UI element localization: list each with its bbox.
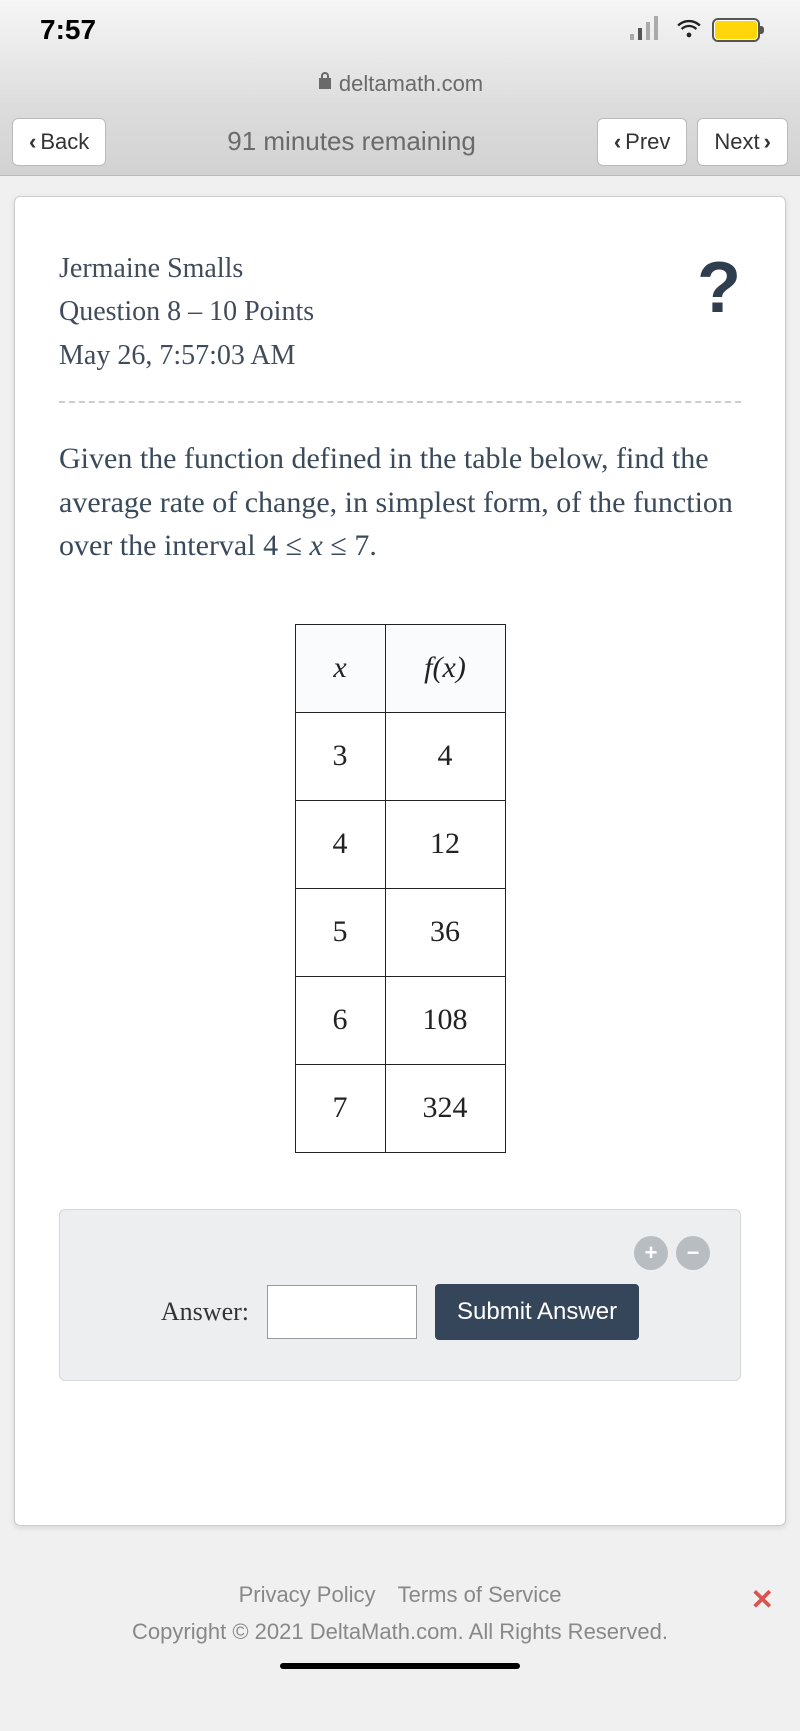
home-indicator[interactable]: [280, 1663, 520, 1669]
table-row: 6108: [295, 976, 505, 1064]
answer-panel: + − Answer: Submit Answer: [59, 1209, 741, 1381]
table-row: 7324: [295, 1064, 505, 1152]
signal-icon: [630, 14, 666, 47]
terms-link[interactable]: Terms of Service: [398, 1582, 562, 1607]
table-header-row: x f(x): [295, 624, 505, 712]
wifi-icon: [674, 14, 704, 47]
chevron-left-icon: ‹: [29, 129, 36, 155]
student-name: Jermaine Smalls: [59, 247, 314, 290]
question-number: Question 8 – 10 Points: [59, 290, 314, 333]
answer-label: Answer:: [161, 1297, 249, 1327]
lock-icon: [317, 71, 333, 97]
question-card: Jermaine Smalls Question 8 – 10 Points M…: [14, 196, 786, 1526]
chevron-left-icon: ‹: [614, 129, 621, 155]
function-table: x f(x) 34 412 536 6108 7324: [295, 624, 506, 1153]
help-icon[interactable]: ?: [697, 247, 741, 329]
table-row: 536: [295, 888, 505, 976]
zoom-in-button[interactable]: +: [634, 1236, 668, 1270]
nav-bar: ‹ Back 91 minutes remaining ‹ Prev Next …: [0, 108, 800, 176]
zoom-out-button[interactable]: −: [676, 1236, 710, 1270]
status-time: 7:57: [40, 14, 96, 46]
question-timestamp: May 26, 7:57:03 AM: [59, 334, 314, 377]
address-bar[interactable]: deltamath.com: [0, 60, 800, 108]
question-text: Given the function defined in the table …: [59, 437, 741, 568]
chevron-right-icon: ›: [764, 129, 771, 155]
table-row: 34: [295, 712, 505, 800]
prev-button[interactable]: ‹ Prev: [597, 118, 688, 166]
table-row: 412: [295, 800, 505, 888]
back-button[interactable]: ‹ Back: [12, 118, 106, 166]
col-header-x: x: [295, 624, 385, 712]
privacy-link[interactable]: Privacy Policy: [239, 1582, 376, 1607]
address-url: deltamath.com: [339, 71, 483, 97]
col-header-fx: f(x): [385, 624, 505, 712]
submit-button[interactable]: Submit Answer: [435, 1284, 639, 1340]
status-bar: 7:57: [0, 0, 800, 60]
close-icon[interactable]: ✕: [751, 1576, 774, 1624]
battery-icon: [712, 18, 760, 42]
timer-text: 91 minutes remaining: [116, 126, 587, 157]
status-icons: [630, 14, 760, 47]
answer-input[interactable]: [267, 1285, 417, 1339]
card-header: Jermaine Smalls Question 8 – 10 Points M…: [59, 247, 741, 403]
next-button[interactable]: Next ›: [697, 118, 788, 166]
footer: Privacy Policy Terms of Service Copyrigh…: [0, 1576, 800, 1689]
copyright-text: Copyright © 2021 DeltaMath.com. All Righ…: [40, 1613, 760, 1650]
